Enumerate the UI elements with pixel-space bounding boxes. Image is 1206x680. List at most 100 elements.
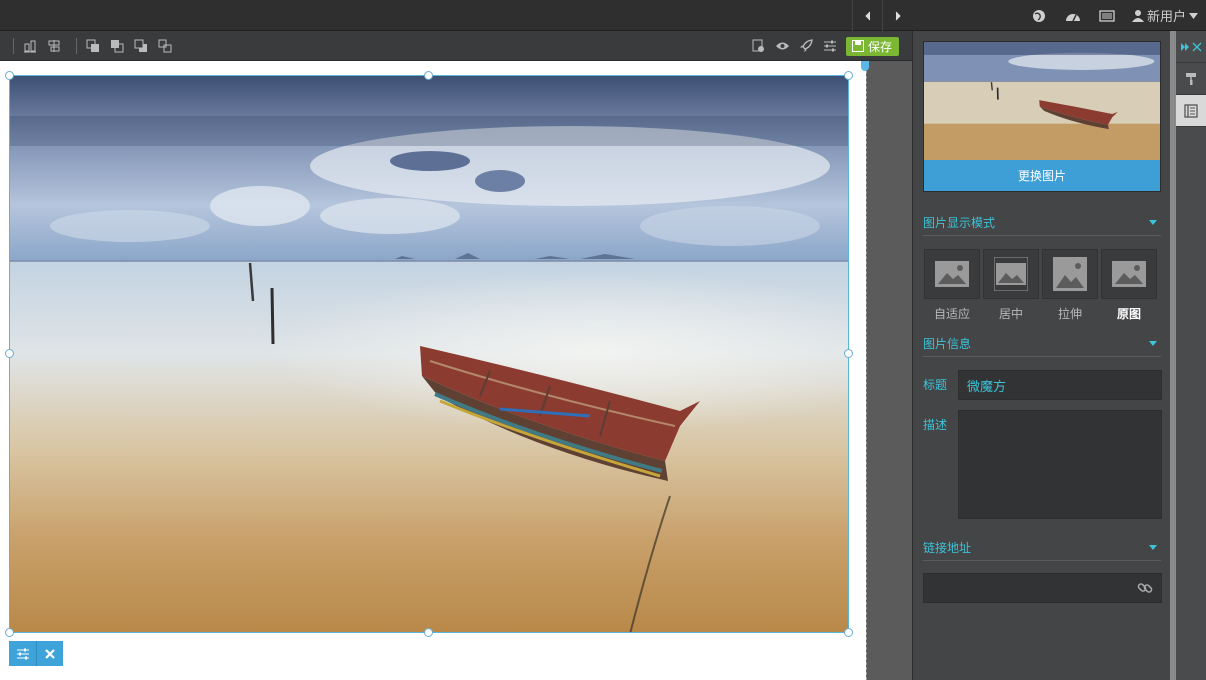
image-icon — [935, 261, 969, 287]
eye-icon — [775, 42, 789, 50]
mode-center-label: 居中 — [998, 307, 1023, 321]
collapse-icon — [1181, 42, 1202, 51]
image-icon — [994, 257, 1028, 291]
mode-center-preview — [983, 249, 1039, 299]
replace-image-button[interactable]: 更换图片 — [924, 160, 1160, 191]
mode-fit-label: 自适应 — [933, 307, 970, 321]
collapse-panel-button[interactable] — [1176, 31, 1206, 63]
copy-icon — [752, 39, 764, 52]
image-thumbnail[interactable]: 更换图片 — [923, 41, 1161, 192]
caret-down-icon — [1149, 340, 1157, 346]
description-label: 描述 — [923, 418, 948, 432]
caret-down-icon — [1149, 219, 1157, 225]
element-action-bar — [9, 641, 63, 666]
send-back-icon — [158, 39, 172, 53]
mode-fit[interactable]: 自适应 — [924, 249, 980, 322]
resize-handle-bottom-right[interactable] — [844, 628, 853, 637]
sliders-icon — [16, 648, 29, 659]
publish-button[interactable] — [798, 38, 814, 54]
globe-icon — [1032, 9, 1045, 22]
dashboard-icon — [1065, 13, 1080, 21]
sliders-icon — [824, 40, 836, 52]
mode-fit-preview — [924, 249, 980, 299]
resize-handle-left[interactable] — [5, 349, 14, 358]
save-button[interactable]: 保存 — [846, 36, 900, 56]
link-icon[interactable] — [1137, 580, 1153, 596]
properties-tab[interactable] — [1176, 95, 1206, 127]
top-right-tools: 新用户 — [1030, 0, 1198, 31]
link-section-header[interactable]: 链接地址 — [923, 534, 1161, 561]
distribute-icon — [48, 40, 60, 52]
bring-front-icon — [86, 39, 99, 52]
image-info-section-header[interactable]: 图片信息 — [923, 330, 1161, 357]
user-menu[interactable]: 新用户 — [1131, 6, 1198, 25]
send-backward-icon — [134, 39, 147, 52]
preview-button[interactable] — [774, 38, 790, 54]
boat-photo — [10, 76, 848, 632]
align-button[interactable] — [22, 38, 38, 54]
save-label: 保存 — [868, 39, 893, 54]
toolbar-left-group — [13, 31, 173, 61]
toolbar-right-group: 保存 — [750, 31, 900, 61]
floppy-icon — [852, 40, 864, 52]
element-settings-button[interactable] — [9, 641, 36, 666]
mode-stretch[interactable]: 拉伸 — [1042, 249, 1098, 322]
editor-app: 新用户 保存 更换图片 图片显示模式 自适应 居中 拉伸 原图 图片信息 标题 … — [0, 0, 1206, 680]
send-backward-button[interactable] — [133, 38, 149, 54]
display-mode-options: 自适应 居中 拉伸 原图 — [924, 249, 1157, 322]
list-icon — [1099, 9, 1115, 22]
resize-handle-bottom-left[interactable] — [5, 628, 14, 637]
rocket-icon — [800, 39, 813, 52]
settings-button[interactable] — [822, 38, 838, 54]
caret-down-icon — [1189, 12, 1198, 19]
close-icon — [45, 648, 55, 659]
nav-arrows — [852, 0, 912, 31]
bring-forward-icon — [111, 40, 124, 53]
dashboard-button[interactable] — [1064, 7, 1082, 25]
title-label: 标题 — [923, 378, 948, 392]
side-tab-strip — [1176, 31, 1206, 680]
title-row: 标题 — [923, 370, 1162, 400]
link-input[interactable] — [924, 574, 1129, 602]
style-tab[interactable] — [1176, 63, 1206, 95]
image-icon — [1053, 257, 1087, 291]
mode-original[interactable]: 原图 — [1101, 249, 1157, 322]
mode-center[interactable]: 居中 — [983, 249, 1039, 322]
caret-down-icon — [1149, 544, 1157, 550]
resize-handle-top[interactable] — [424, 71, 433, 80]
resize-handle-top-left[interactable] — [5, 71, 14, 80]
display-mode-title: 图片显示模式 — [923, 215, 996, 230]
display-mode-section-header[interactable]: 图片显示模式 — [923, 209, 1161, 236]
next-button[interactable] — [882, 0, 912, 31]
canvas-resize-tab[interactable] — [861, 61, 869, 71]
mode-original-preview — [1101, 249, 1157, 299]
bring-front-button[interactable] — [85, 38, 101, 54]
title-input[interactable] — [958, 370, 1162, 400]
globe-button[interactable] — [1030, 7, 1048, 25]
prev-button[interactable] — [852, 0, 882, 31]
image-icon — [1112, 261, 1146, 287]
user-name: 新用户 — [1146, 10, 1186, 25]
bring-forward-button[interactable] — [109, 38, 125, 54]
resize-handle-top-right[interactable] — [844, 71, 853, 80]
element-delete-button[interactable] — [36, 641, 63, 666]
send-back-button[interactable] — [157, 38, 173, 54]
mode-stretch-label: 拉伸 — [1057, 307, 1082, 321]
copy-button[interactable] — [750, 38, 766, 54]
description-textarea[interactable] — [958, 410, 1162, 519]
distribute-button[interactable] — [46, 38, 62, 54]
top-bar: 新用户 — [0, 0, 1206, 31]
resize-handle-right[interactable] — [844, 349, 853, 358]
canvas-margin — [867, 61, 912, 680]
image-element[interactable] — [9, 75, 849, 633]
align-icon — [24, 40, 36, 53]
resize-handle-bottom[interactable] — [424, 628, 433, 637]
link-title: 链接地址 — [923, 540, 972, 555]
list-button[interactable] — [1098, 7, 1116, 25]
mode-original-label: 原图 — [1116, 307, 1141, 321]
image-info-title: 图片信息 — [923, 336, 972, 351]
book-icon — [1184, 103, 1198, 118]
toolbar-divider — [13, 38, 14, 54]
link-field — [923, 573, 1162, 603]
toolbar-divider — [76, 38, 77, 54]
